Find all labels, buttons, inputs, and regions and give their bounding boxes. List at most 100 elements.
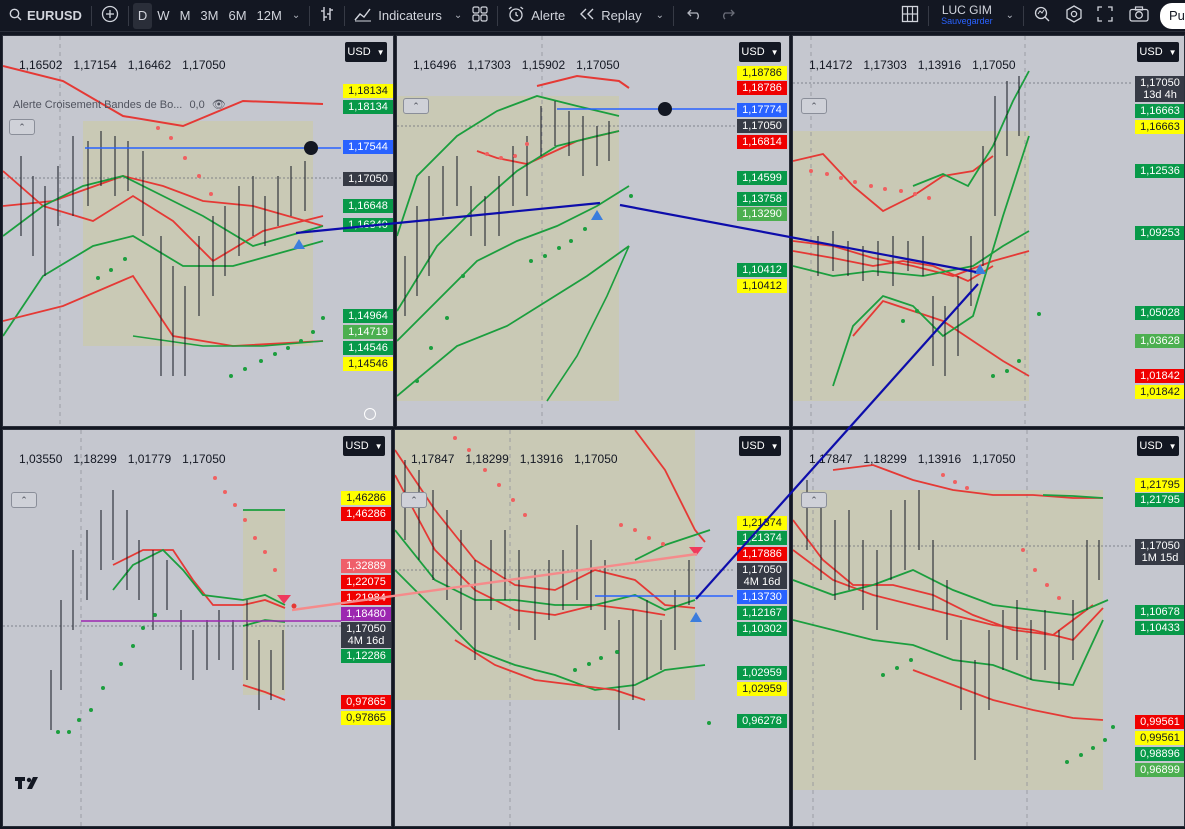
price-tag: 1,12536 [1135, 164, 1184, 178]
alert-button[interactable]: Alerte [502, 3, 570, 29]
chevron-up-icon: ⌃ [810, 494, 818, 505]
high-value: 1,17303 [467, 58, 511, 72]
chart-pane-3[interactable]: 1,14172 1,17303 1,13916 1,17050 ⌃ USD ▼ 1,17… [792, 35, 1185, 427]
chart-type-button[interactable] [314, 3, 340, 29]
low-value: 1,13916 [917, 58, 962, 72]
price-tag: 1,14964 [343, 309, 393, 323]
close-value: 1,17050 [576, 58, 620, 72]
timeframe-d[interactable]: D [132, 2, 153, 29]
price-chart[interactable] [3, 36, 394, 427]
indicator-name: Alerte Croisement Bandes de Bo... [13, 99, 183, 111]
price-tag: 1,21795 [1135, 478, 1184, 492]
price-tag: 1,21374 [737, 531, 787, 545]
price-chart[interactable] [793, 430, 1185, 827]
chart-pane-4[interactable]: 1,03550 1,18299 1,01779 1,17050 ⌃ USD ▼ 1,46… [2, 429, 392, 827]
indicator-legend[interactable]: Alerte Croisement Bandes de Bo... 0,0 👁 [13, 98, 226, 111]
layout-grid-icon [901, 5, 919, 26]
currency-label: USD [347, 46, 371, 58]
undo-button[interactable] [682, 3, 708, 29]
publish-button[interactable]: Pu [1160, 2, 1185, 29]
chevron-up-icon: ⌃ [410, 494, 418, 505]
layout-grid-button[interactable] [896, 3, 924, 29]
fullscreen-button[interactable] [1092, 3, 1118, 29]
collapse-legend-button[interactable]: ⌃ [801, 492, 827, 508]
currency-selector[interactable]: USD ▼ [343, 436, 385, 456]
price-chart[interactable] [793, 36, 1185, 427]
compare-button[interactable] [96, 3, 124, 29]
price-tag: 1,18134 [343, 84, 393, 98]
timeframe-dropdown[interactable]: ⌄ [287, 3, 305, 29]
collapse-legend-button[interactable]: ⌃ [9, 119, 35, 135]
collapse-legend-button[interactable]: ⌃ [403, 98, 429, 114]
chart-pane-2[interactable]: 1,16496 1,17303 1,15902 1,17050 ⌃ USD ▼ 1,18… [396, 35, 790, 427]
alert-point-marker[interactable] [304, 141, 318, 155]
chart-pane-6[interactable]: 1,17847 1,18299 1,13916 1,17050 ⌃ USD ▼ 1,21… [792, 429, 1185, 827]
timeframe-label: 12M [256, 8, 282, 23]
price-tag: 1,17050 [343, 172, 393, 186]
grid-templates-icon [472, 6, 488, 25]
redo-button[interactable] [714, 3, 740, 29]
eye-hidden-icon[interactable]: 👁 [212, 99, 226, 111]
tradingview-logo[interactable] [15, 775, 45, 794]
camera-icon [1129, 6, 1149, 25]
open-value: 1,17847 [411, 452, 455, 466]
signal-point [291, 603, 297, 609]
close-value: 1,17050 [972, 452, 1016, 466]
settings-gear-icon[interactable] [364, 408, 376, 420]
currency-selector[interactable]: USD ▼ [1137, 436, 1179, 456]
price-tag: 1,02959 [737, 666, 787, 680]
price-tag: 1,13290 [737, 207, 787, 221]
low-value: 1,01779 [127, 452, 172, 466]
chevron-up-icon: ⌃ [18, 121, 26, 132]
ohlc-legend: 1,17847 1,18299 1,13916 1,17050 [809, 452, 1027, 466]
toolbar-divider [309, 5, 311, 26]
chart-pane-5[interactable]: 1,17847 1,18299 1,13916 1,17050 ⌃ USD ▼ 1,21… [394, 429, 790, 827]
alert-point-marker[interactable] [658, 102, 672, 116]
timeframe-3m[interactable]: 3M [195, 3, 223, 29]
layout-dropdown[interactable]: ⌄ [1001, 3, 1019, 29]
currency-selector[interactable]: USD ▼ [739, 42, 781, 62]
chevron-down-icon: ⌄ [655, 10, 665, 21]
collapse-legend-button[interactable]: ⌃ [801, 98, 827, 114]
collapse-legend-button[interactable]: ⌃ [11, 492, 37, 508]
symbol-search[interactable]: EURUSD [4, 3, 87, 29]
chart-pane-1[interactable]: 1,16502 1,17154 1,16462 1,17050 Alerte Croi… [2, 35, 394, 427]
timeframe-w[interactable]: W [152, 3, 174, 29]
price-chart[interactable] [395, 430, 790, 827]
indicators-button[interactable]: Indicateurs ⌄ [349, 3, 467, 29]
indicators-label: Indicateurs [378, 8, 442, 23]
timeframe-m[interactable]: M [175, 3, 196, 29]
plus-circle-icon [101, 5, 119, 26]
price-tag: 1,18480 [341, 607, 391, 621]
templates-button[interactable] [467, 3, 493, 29]
timeframe-label: W [157, 8, 170, 23]
price-chart[interactable] [3, 430, 392, 827]
collapse-legend-button[interactable]: ⌃ [401, 492, 427, 508]
price-tag: 1,22075 [341, 575, 391, 589]
settings-button[interactable] [1060, 3, 1088, 29]
high-value: 1,17154 [73, 58, 117, 72]
layout-name-button[interactable]: LUC GIM Sauvegarder [933, 3, 1001, 29]
price-tag: 1,12167 [737, 606, 787, 620]
price-chart[interactable] [397, 36, 790, 427]
high-value: 1,18299 [73, 452, 117, 466]
timeframe-label: D [137, 8, 148, 23]
price-tag: 1,46286 [341, 491, 391, 505]
snapshot-button[interactable] [1124, 3, 1154, 29]
price-tag: 0,96899 [1135, 763, 1184, 777]
currency-selector[interactable]: USD ▼ [1137, 42, 1179, 62]
timeframe-12m[interactable]: 12M [252, 3, 287, 29]
low-value: 1,13916 [917, 452, 962, 466]
timeframe-6m[interactable]: 6M [223, 3, 251, 29]
currency-selector[interactable]: USD ▼ [739, 436, 781, 456]
search-icon [9, 8, 22, 24]
price-tag-countdown: 1,17050 4M 16d [737, 563, 787, 589]
high-value: 1,17303 [863, 58, 907, 72]
currency-selector[interactable]: USD ▼ [345, 42, 387, 62]
quick-search-button[interactable] [1028, 3, 1056, 29]
price-tag: 0,98896 [1135, 747, 1184, 761]
replay-button[interactable]: Replay ⌄ [574, 3, 669, 29]
redo-icon [719, 8, 735, 23]
close-value: 1,17050 [182, 452, 226, 466]
price-value: 1,17050 [1140, 77, 1180, 89]
